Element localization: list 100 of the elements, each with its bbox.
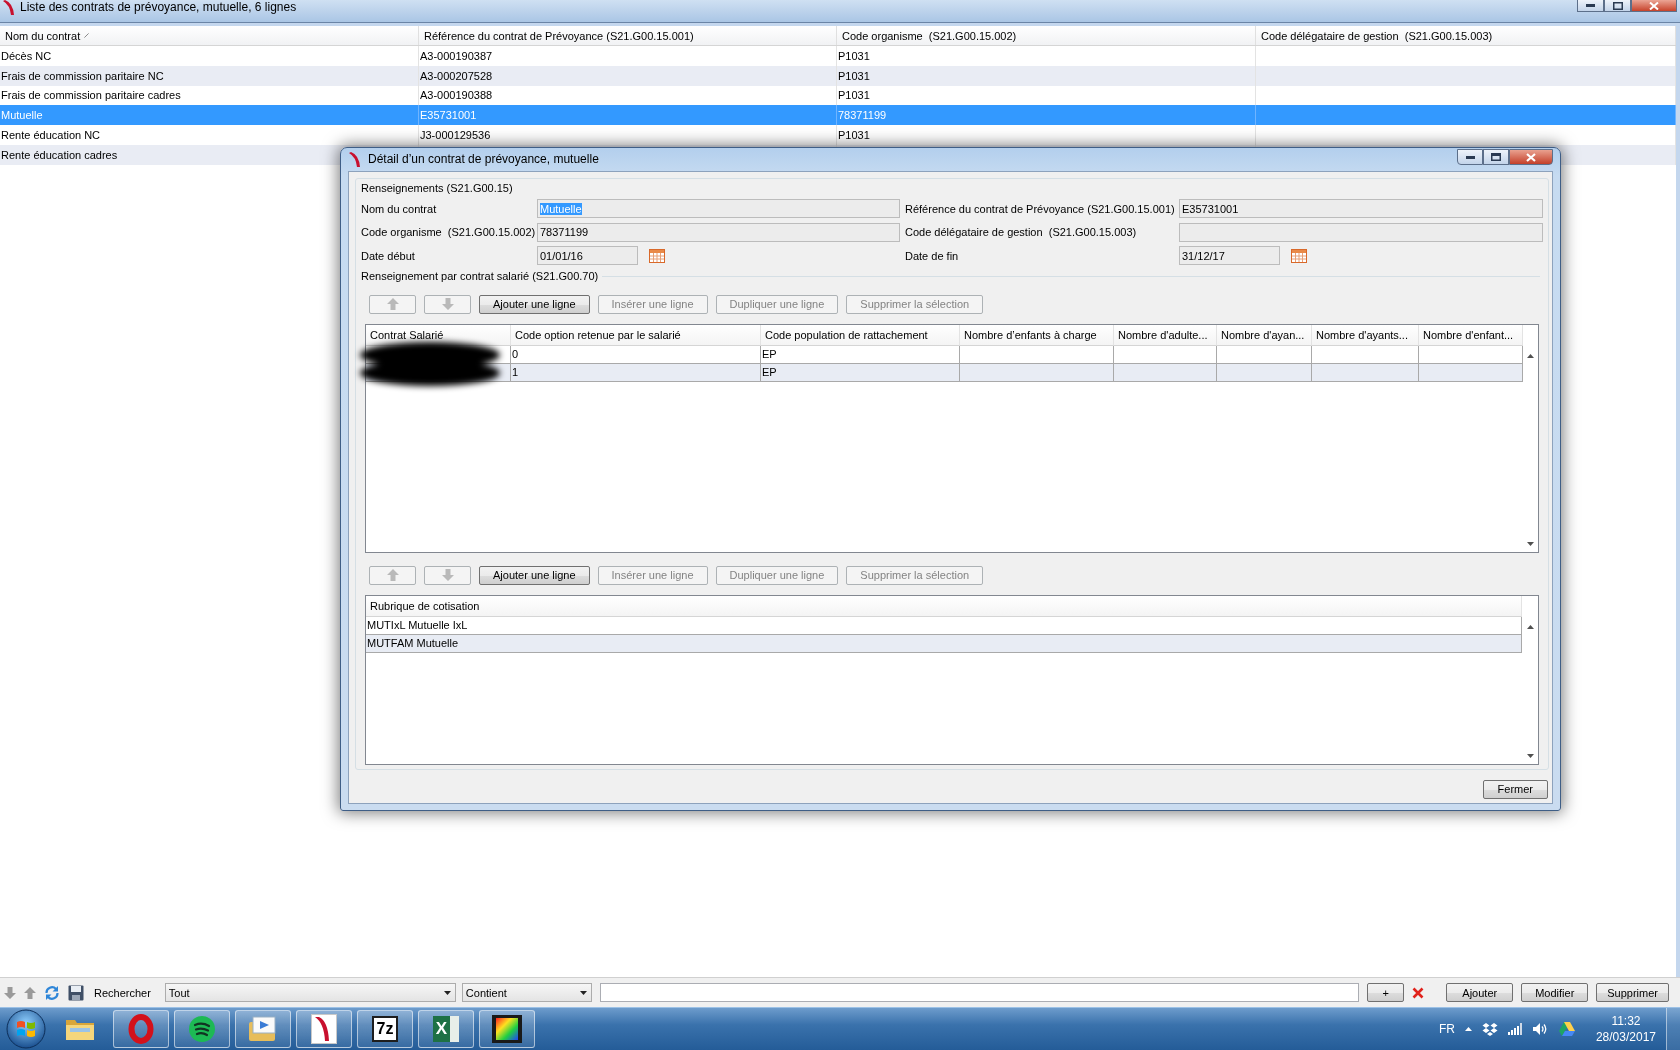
- cell-text[interactable]: A3-000190388: [420, 89, 493, 102]
- caret-down-icon: [443, 990, 451, 995]
- column-header[interactable]: Contrat Salarié: [366, 324, 511, 346]
- column-header[interactable]: Nombre d’enfants à charge: [960, 324, 1114, 346]
- refresh-icon[interactable]: [44, 984, 60, 1001]
- save-icon[interactable]: [68, 984, 84, 1001]
- swoosh-icon: [348, 151, 362, 168]
- table-cell: 1: [511, 363, 761, 381]
- clock-time[interactable]: 11:32: [1611, 1013, 1641, 1029]
- field-label: Code délégataire de gestion (S21.G00.15.003): [904, 226, 1138, 239]
- minimize-icon: [1465, 155, 1475, 159]
- column-header[interactable]: Nombre d'adulte...: [1114, 324, 1217, 346]
- taskbar-button[interactable]: 7z: [357, 1010, 413, 1048]
- search-label: Rechercher: [94, 986, 151, 999]
- close-button[interactable]: [1509, 149, 1553, 165]
- action-button[interactable]: Ajouter: [1446, 983, 1514, 1002]
- minimize-icon: [1586, 4, 1595, 7]
- date-field[interactable]: 31/12/17: [1179, 246, 1280, 266]
- date-field[interactable]: 01/01/16: [537, 246, 638, 266]
- field-label: Nom du contrat: [361, 202, 438, 215]
- field-label: Référence du contrat de Prévoyance (S21.G00.15.001): [904, 202, 1176, 215]
- dropdown[interactable]: Tout: [164, 983, 456, 1002]
- taskbar-button[interactable]: X: [418, 1010, 474, 1048]
- text-field[interactable]: 78371199: [537, 222, 900, 242]
- x-mark-icon[interactable]: [1412, 986, 1425, 999]
- scroll-up-icon[interactable]: [1527, 353, 1534, 358]
- play-icon: [248, 1016, 278, 1042]
- folder-icon: [65, 1017, 95, 1041]
- column-header[interactable]: Code population de rattachement: [761, 324, 960, 346]
- column-header[interactable]: Rubrique de cotisation: [366, 595, 1522, 617]
- close-dialog-button[interactable]: Fermer: [1482, 779, 1548, 799]
- action-button[interactable]: Modifier: [1521, 983, 1589, 1002]
- column-header[interactable]: Code option retenue par le salarié: [511, 324, 761, 346]
- speaker-icon[interactable]: [1531, 1022, 1548, 1036]
- table-cell: EP: [761, 363, 960, 381]
- maximize-icon: [1491, 153, 1501, 161]
- field-label: Date de fin: [904, 249, 960, 262]
- cell-text[interactable]: A3-000207528: [420, 69, 493, 82]
- column-header[interactable]: Code organisme (S21.G00.15.002): [837, 26, 1256, 45]
- sound-waves-icon: [188, 1015, 216, 1043]
- diamonds-icon[interactable]: [1481, 1022, 1498, 1036]
- column-header[interactable]: Nombre d'enfant...: [1419, 324, 1523, 346]
- scroll-up-icon[interactable]: [1526, 624, 1534, 629]
- group-title: Renseignements (S21.G00.15): [361, 181, 513, 194]
- scroll-down-icon[interactable]: [1527, 541, 1534, 546]
- minimize-button[interactable]: [1457, 149, 1483, 165]
- caret-down-icon: [579, 990, 587, 995]
- ring-icon: [128, 1014, 154, 1044]
- column-header[interactable]: Code délégataire de gestion (S21.G00.15.003): [1256, 26, 1676, 45]
- section-title: Renseignement par contrat salarié (S21.G00.70): [361, 270, 599, 282]
- cell-text[interactable]: Rente éducation cadres: [1, 148, 118, 161]
- start-button[interactable]: [6, 1009, 46, 1049]
- action-button[interactable]: Supprimer: [1596, 983, 1669, 1002]
- window-title: Liste des contrats de prévoyance, mutuelle, 6 lignes: [20, 0, 297, 15]
- add-criterion-button[interactable]: +: [1367, 983, 1405, 1002]
- arrow-up-icon: [386, 298, 399, 310]
- calendar-icon[interactable]: [1291, 248, 1307, 263]
- cell-text[interactable]: J3-000129536: [420, 129, 491, 142]
- column-header[interactable]: Nombre d'ayants...: [1312, 324, 1419, 346]
- cell-text[interactable]: P1031: [838, 129, 870, 142]
- cell-text[interactable]: P1031: [838, 49, 870, 62]
- toolbar-button[interactable]: Ajouter une ligne: [479, 565, 590, 585]
- scroll-down-icon[interactable]: [1526, 753, 1534, 758]
- maximize-button[interactable]: [1483, 149, 1509, 165]
- toolbar-button[interactable]: Ajouter une ligne: [479, 294, 590, 314]
- show-desktop-button[interactable]: [1666, 1008, 1680, 1050]
- cell-text[interactable]: Rente éducation NC: [1, 129, 101, 142]
- text-field[interactable]: [1179, 222, 1543, 242]
- dropdown[interactable]: Contient: [461, 983, 592, 1002]
- cell-text[interactable]: P1031: [838, 69, 870, 82]
- cell-text[interactable]: A3-000190387: [420, 49, 493, 62]
- cell-text[interactable]: Frais de commission paritaire NC: [1, 69, 164, 82]
- column-header[interactable]: Nombre d'ayan...: [1217, 324, 1312, 346]
- sort-indicator-icon: [84, 33, 90, 38]
- swoosh-icon: [311, 1014, 337, 1044]
- field-label: Code organisme (S21.G00.15.002): [361, 226, 537, 239]
- swoosh-icon: [2, 0, 16, 16]
- cell-text[interactable]: Frais de commission paritaire cadres: [1, 89, 181, 102]
- column-header[interactable]: Nom du contrat: [0, 26, 419, 45]
- search-field[interactable]: [599, 983, 1360, 1002]
- taskbar-button[interactable]: [174, 1010, 230, 1048]
- minimize-button[interactable]: [1577, 0, 1604, 12]
- arrow-up-icon: [386, 569, 399, 581]
- cell-text[interactable]: P1031: [838, 89, 870, 102]
- maximize-icon: [1612, 1, 1623, 10]
- clock-date[interactable]: 28/03/2017: [1595, 1029, 1656, 1045]
- column-header[interactable]: Référence du contrat de Prévoyance (S21.G00.15.001): [419, 26, 837, 45]
- signal-bars-icon[interactable]: [1507, 1023, 1522, 1035]
- calendar-icon[interactable]: [649, 248, 665, 263]
- cell-text[interactable]: Décès NC: [1, 49, 52, 62]
- triangle-icon[interactable]: [1557, 1021, 1576, 1037]
- text-field[interactable]: E35731001: [1179, 199, 1543, 219]
- language-indicator[interactable]: FR: [1438, 1022, 1455, 1036]
- maximize-button[interactable]: [1604, 0, 1631, 12]
- chevron-up-icon[interactable]: [1464, 1027, 1472, 1031]
- taskbar-button[interactable]: [296, 1010, 352, 1048]
- color-gradient-icon: [492, 1015, 522, 1043]
- close-icon: [1526, 152, 1536, 162]
- close-button[interactable]: [1631, 0, 1677, 12]
- taskbar-button[interactable]: [479, 1010, 535, 1048]
